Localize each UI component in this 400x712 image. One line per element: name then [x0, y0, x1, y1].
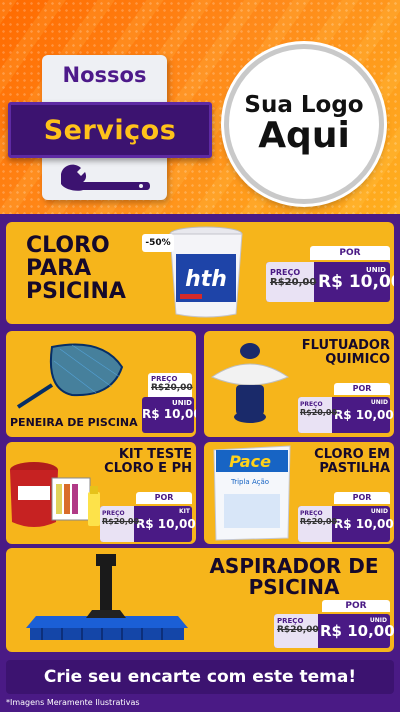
price-unit: KIT: [179, 508, 190, 515]
cta-text: Crie seu encarte com este tema!: [43, 667, 357, 687]
preco-label: PREÇO: [102, 510, 125, 517]
product-title: CLORO EM PASTILHA: [314, 447, 390, 476]
price-box: PREÇO R$20,00 R$ 10,00 UNID: [266, 262, 394, 302]
price-unit: UNID: [369, 617, 387, 624]
wrench-icon: [61, 164, 150, 191]
price-unit: UNID: [370, 399, 388, 406]
discount-badge: -50%: [142, 234, 174, 252]
price-box: PREÇO R$20,00 R$ 10,00 KIT: [100, 506, 196, 542]
product-card-aspirador[interactable]: ASPIRADOR DE PSICINA POR PREÇO R$20,00 R…: [6, 548, 394, 652]
preco-label: PREÇO: [151, 375, 178, 383]
price-unit: UNID: [370, 508, 388, 515]
old-price-block: PREÇO R$20,00: [298, 397, 337, 433]
logo-line-1: Sua Logo: [244, 92, 364, 119]
pace-brand-text: Pace: [229, 452, 271, 471]
price-box: PREÇO R$20,00 R$ 10,00 UNID: [298, 397, 394, 433]
chlorine-bucket-image: hth: [169, 226, 243, 318]
hth-brand-text: hth: [185, 267, 227, 292]
preco-label: PREÇO: [277, 617, 304, 625]
disclaimer-text: *Imagens Meramente Ilustrativas: [6, 698, 140, 707]
pool-net-image: [16, 343, 124, 409]
new-price: R$ 10,00: [136, 517, 196, 531]
product-card-flutuador[interactable]: FLUTUADOR QUIMICO POR PREÇO R$20,00 R$ 1…: [204, 331, 394, 437]
price-block: POR PREÇO R$20,00 R$ 10,00 UNID: [266, 246, 394, 302]
old-price: R$20,00: [277, 625, 319, 635]
por-label: POR: [136, 492, 192, 504]
price-box: R$ 10,00 UNID: [142, 397, 196, 433]
product-card-kit-teste[interactable]: KIT TESTE CLORO E PH POR PREÇO R$20,00 R…: [6, 442, 196, 544]
preco-label: PREÇO: [270, 268, 301, 277]
por-label: POR: [310, 246, 390, 260]
old-price-block: PREÇO R$20,00: [100, 506, 139, 542]
price-block: POR PREÇO R$20,00 R$ 10,00 UNID: [298, 492, 394, 542]
price-unit: UNID: [366, 266, 386, 274]
old-price-block: PREÇO R$20,00: [298, 506, 337, 542]
por-label: POR: [334, 383, 390, 395]
price-unit: UNID: [172, 399, 192, 407]
old-price: R$20,00: [300, 517, 338, 526]
preco-label: PREÇO: [300, 401, 323, 408]
pool-vacuum-image: [26, 554, 188, 640]
price-block: POR PREÇO R$20,00 R$ 10,00 KIT: [100, 492, 196, 542]
product-title: KIT TESTE CLORO E PH: [104, 447, 192, 476]
price-block: PREÇO R$20,00 R$ 10,00 UNID: [142, 373, 196, 433]
chemical-float-image: [210, 343, 290, 423]
preco-label: PREÇO: [300, 510, 323, 517]
product-card-cloro-pastilha[interactable]: Pace Tripla Ação CLORO EM PASTILHA POR P…: [204, 442, 394, 544]
new-price: R$ 10,00: [334, 408, 394, 422]
old-price-block: PREÇO R$20,00: [266, 262, 317, 302]
old-price: R$20,00: [270, 277, 317, 288]
por-label: POR: [322, 600, 390, 612]
cta-banner[interactable]: Crie seu encarte com este tema!: [6, 660, 394, 694]
new-price: R$ 10,00: [318, 272, 394, 292]
por-label: POR: [334, 492, 390, 504]
preco-old-block: PREÇO R$20,00: [148, 373, 193, 397]
logo-line-2: Aqui: [258, 115, 350, 157]
old-price: R$20,00: [300, 408, 338, 417]
chlorine-tablet-package-image: Pace Tripla Ação: [213, 445, 291, 541]
product-title: PENEIRA DE PISCINA: [10, 416, 138, 429]
product-card-peneira[interactable]: PENEIRA DE PISCINA PREÇO R$20,00 R$ 10,0…: [6, 331, 196, 437]
services-title: Serviços: [43, 114, 177, 146]
old-price-block: PREÇO R$20,00: [274, 614, 319, 648]
old-price: R$20,00: [102, 517, 140, 526]
pace-subtitle-text: Tripla Ação: [230, 478, 269, 486]
price-block: POR PREÇO R$20,00 R$ 10,00 UNID: [274, 600, 394, 648]
badge-top-text: Nossos: [62, 63, 147, 87]
price-box: PREÇO R$20,00 R$ 10,00 UNID: [274, 614, 394, 648]
flyer-page: Nossos Serviços Sua Logo Aqui CLORO PARA…: [0, 0, 400, 712]
price-block: POR PREÇO R$20,00 R$ 10,00 UNID: [298, 383, 394, 433]
new-price: R$ 10,00: [142, 407, 196, 421]
logo-placeholder[interactable]: Sua Logo Aqui: [224, 44, 384, 204]
product-card-cloro[interactable]: CLORO PARA PSICINA hth -50% POR PREÇO R$…: [6, 222, 394, 324]
product-title: ASPIRADOR DE PSICINA: [209, 554, 379, 599]
product-title: FLUTUADOR QUIMICO: [301, 338, 390, 367]
new-price: R$ 10,00: [334, 517, 394, 531]
services-title-bar: Serviços: [8, 102, 212, 158]
old-price: R$20,00: [151, 383, 193, 393]
price-box: PREÇO R$20,00 R$ 10,00 UNID: [298, 506, 394, 542]
new-price: R$ 10,00: [320, 622, 394, 640]
